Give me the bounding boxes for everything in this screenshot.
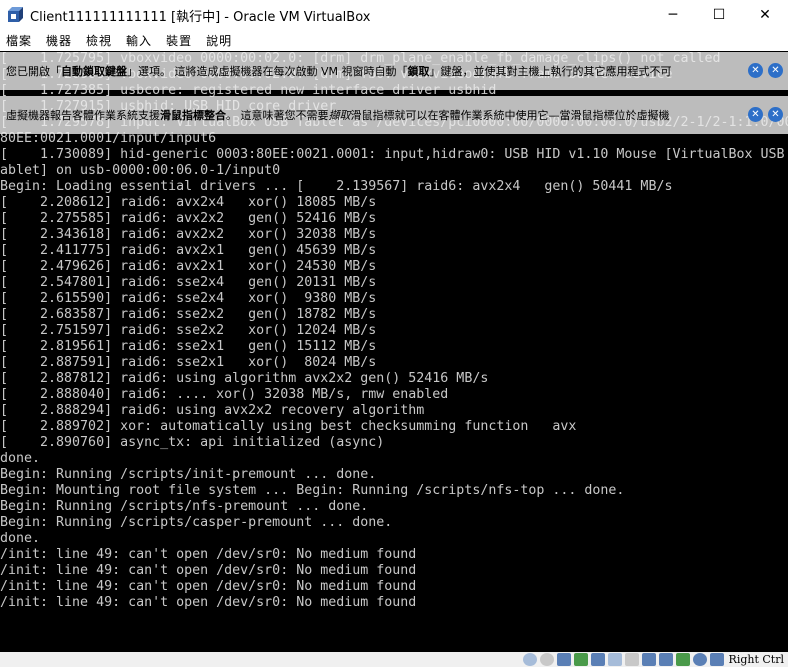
status-bar: Right Ctrl — [0, 652, 788, 667]
menu-bar: 檔案 機器 檢視 輸入 裝置 說明 — [0, 30, 788, 51]
console-line: Begin: Running /scripts/casper-premount … — [0, 515, 393, 530]
console-output: [ 1.725795] vboxvideo 0000:00:02.0: [drm… — [0, 51, 788, 611]
notice-help-icon[interactable]: ✕ — [748, 63, 763, 78]
mouse-integration-notice: 虛擬機器報告客體作業系統支援滑鼠指標整合。 這意味著您不需要擷取滑鼠指標就可以在… — [0, 96, 788, 134]
console-line: Begin: Mounting root file system ... Beg… — [0, 483, 625, 498]
notice-close-icon[interactable]: ✕ — [768, 107, 783, 122]
close-button[interactable]: ✕ — [742, 0, 788, 30]
console-line: [ 2.887812] raid6: using algorithm avx2x… — [0, 371, 489, 386]
console-line: /init: line 49: can't open /dev/sr0: No … — [0, 579, 417, 594]
host-key-label[interactable]: Right Ctrl — [727, 653, 788, 666]
cpu-icon[interactable] — [658, 653, 673, 666]
maximize-button[interactable]: ☐ — [696, 0, 742, 30]
console-line: [ 1.730089] hid-generic 0003:80EE:0021.0… — [0, 147, 788, 162]
hard-disk-icon[interactable] — [522, 653, 537, 666]
console-line: [ 2.411775] raid6: avx2x1 gen() 45639 MB… — [0, 243, 377, 258]
window-title: Client111111111111 [執行中] - Oracle VM Vir… — [30, 9, 371, 25]
console-line: /init: line 49: can't open /dev/sr0: No … — [0, 547, 417, 562]
menu-file[interactable]: 檔案 — [0, 32, 40, 49]
console-line: [ 2.343618] raid6: avx2x2 xor() 32038 MB… — [0, 227, 377, 242]
keyboard-capture-icon[interactable] — [709, 653, 724, 666]
console-line: Begin: Running /scripts/init-premount ..… — [0, 467, 377, 482]
menu-machine[interactable]: 機器 — [40, 32, 80, 49]
audio-icon[interactable] — [556, 653, 571, 666]
shared-folders-icon[interactable] — [607, 653, 622, 666]
virtualbox-app-icon[interactable] — [6, 6, 24, 24]
console-line: [ 2.888040] raid6: .... xor() 32038 MB/s… — [0, 387, 449, 402]
notice-help-icon[interactable]: ✕ — [748, 107, 763, 122]
console-line: [ 2.275585] raid6: avx2x2 gen() 52416 MB… — [0, 211, 377, 226]
minimize-button[interactable]: ─ — [650, 0, 696, 30]
console-line: Begin: Loading essential drivers ... [ 2… — [0, 179, 673, 194]
console-line: done. — [0, 531, 41, 546]
console-line: [ 2.479626] raid6: avx2x1 xor() 24530 MB… — [0, 259, 377, 274]
console-line: [ 2.683587] raid6: sse2x2 gen() 18782 MB… — [0, 307, 377, 322]
console-line: [ 2.208612] raid6: avx2x4 xor() 18085 MB… — [0, 195, 377, 210]
title-bar: Client111111111111 [執行中] - Oracle VM Vir… — [0, 0, 788, 30]
console-line: done. — [0, 451, 41, 466]
menu-help[interactable]: 說明 — [200, 32, 240, 49]
console-line: [ 2.547801] raid6: sse2x4 gen() 20131 MB… — [0, 275, 377, 290]
console-line: [ 2.890760] async_tx: api initialized (a… — [0, 435, 385, 450]
console-line: /init: line 49: can't open /dev/sr0: No … — [0, 595, 417, 610]
console-line: [ 2.889702] xor: automatically using bes… — [0, 419, 577, 434]
notice-message: 虛擬機器報告客體作業系統支援滑鼠指標整合。 這意味著您不需要擷取滑鼠指標就可以在… — [6, 109, 670, 122]
console-line: Begin: Running /scripts/nfs-premount ...… — [0, 499, 369, 514]
virtualization-icon[interactable] — [675, 653, 690, 666]
console-line: [ 2.751597] raid6: sse2x2 xor() 12024 MB… — [0, 323, 377, 338]
notice-message: 您已開啟「自動鎖取鍵盤」選項。 這將造成虛擬機器在每次啟動 VM 視窗時自動「鎖… — [6, 65, 672, 78]
mouse-integration-icon[interactable] — [692, 653, 707, 666]
menu-view[interactable]: 檢視 — [80, 32, 120, 49]
usb-icon[interactable] — [590, 653, 605, 666]
vm-display[interactable]: [ 1.725795] vboxvideo 0000:00:02.0: [drm… — [0, 51, 788, 652]
console-line: [ 2.819561] raid6: sse2x1 gen() 15112 MB… — [0, 339, 377, 354]
notice-close-icon[interactable]: ✕ — [768, 63, 783, 78]
console-line: [ 2.888294] raid6: using avx2x2 recovery… — [0, 403, 425, 418]
auto-capture-keyboard-notice: 您已開啟「自動鎖取鍵盤」選項。 這將造成虛擬機器在每次啟動 VM 視窗時自動「鎖… — [0, 52, 788, 90]
video-capture-icon[interactable] — [641, 653, 656, 666]
console-line: /init: line 49: can't open /dev/sr0: No … — [0, 563, 417, 578]
menu-devices[interactable]: 裝置 — [160, 32, 200, 49]
console-line: [ 2.887591] raid6: sse2x1 xor() 8024 MB/… — [0, 355, 377, 370]
menu-input[interactable]: 輸入 — [120, 32, 160, 49]
display-icon[interactable] — [624, 653, 639, 666]
console-line: [ 2.615590] raid6: sse2x4 xor() 9380 MB/… — [0, 291, 377, 306]
console-line: ablet] on usb-0000:00:06.0-1/input0 — [0, 163, 281, 178]
network-icon[interactable] — [573, 653, 588, 666]
optical-drive-icon[interactable] — [539, 653, 554, 666]
